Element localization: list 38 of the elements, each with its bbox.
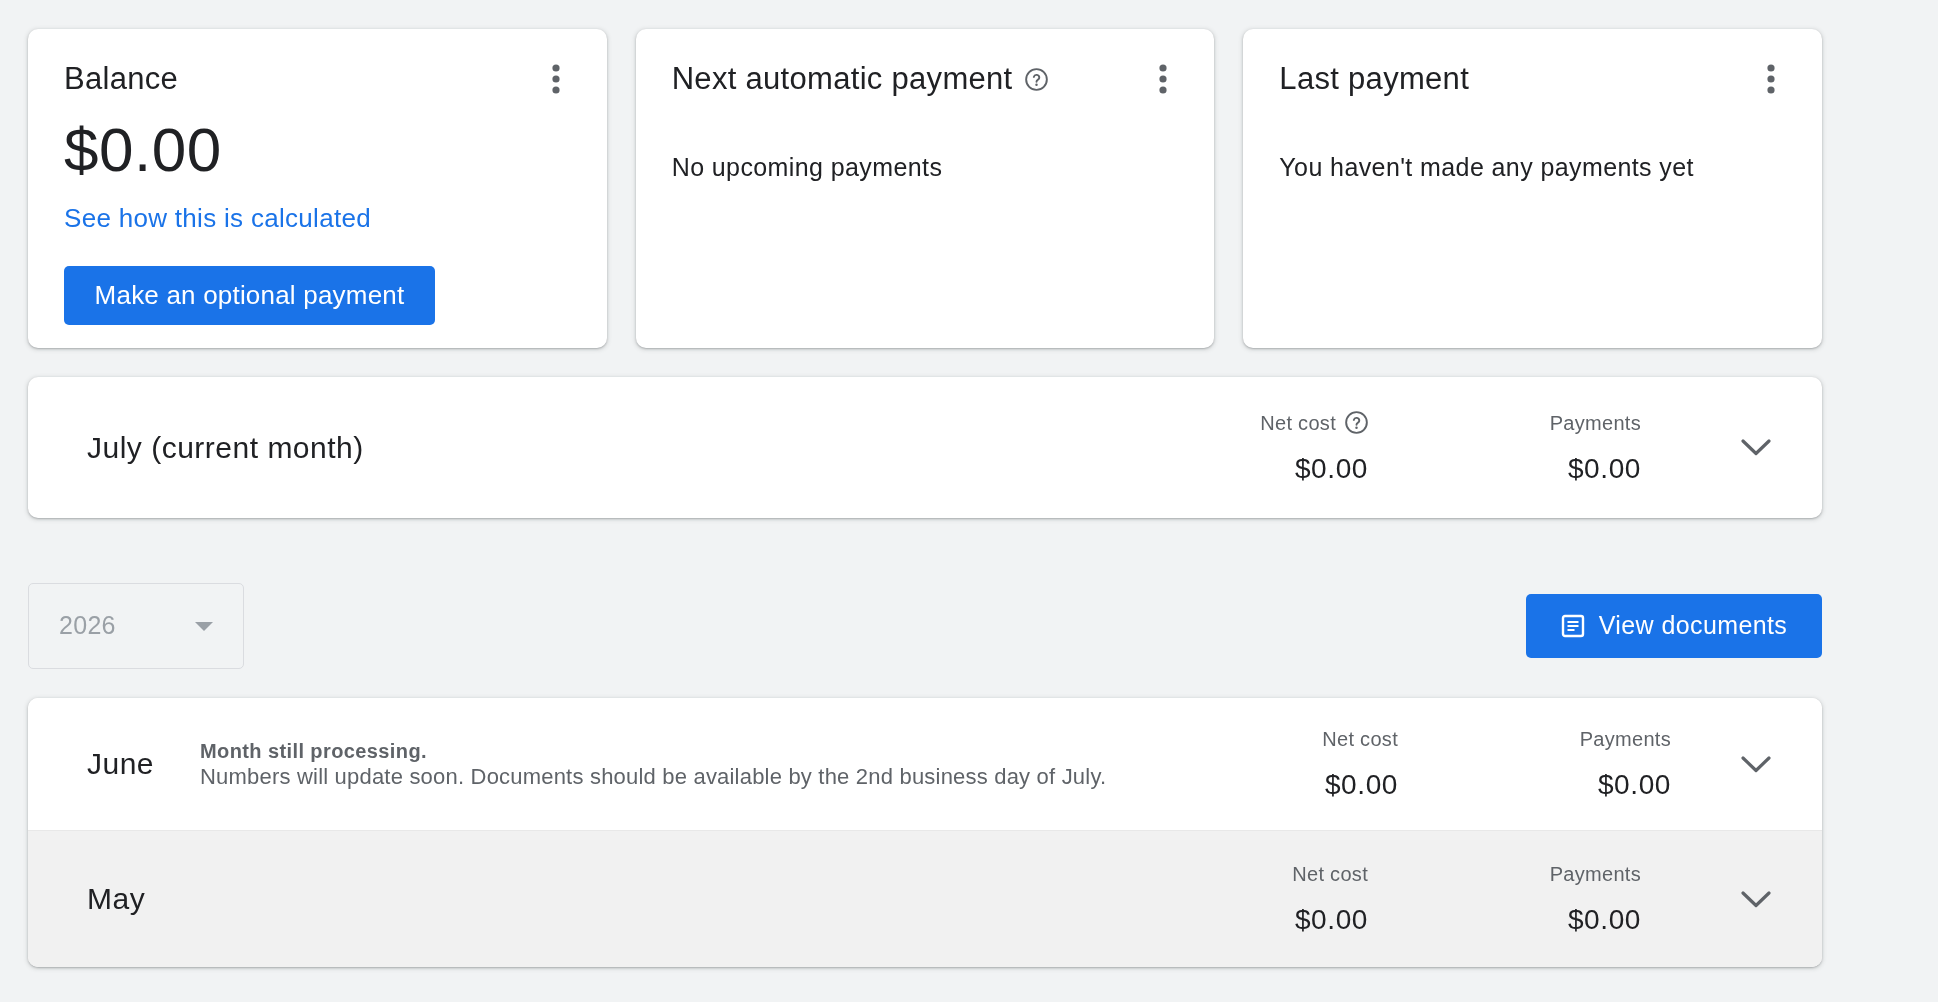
amount-value: $0.00 [1324,768,1398,802]
card-message: You haven't made any payments yet [1279,152,1694,183]
month-name: May [87,881,147,917]
month-row[interactable]: June Month still processing. Numbers will update soon. Documents should be available by the 2nd business day of July. Net cost $0.00 Payments $0.00 [28,698,1822,830]
chevron-down-icon [1741,890,1771,908]
column-label: Net cost [1260,410,1336,436]
note-title: Month still processing. [200,739,428,764]
chevron-down-icon [1741,755,1771,773]
balance-amount: $0.00 [64,116,222,184]
card-title: Balance [64,61,179,97]
more-vertical-icon [1767,64,1775,94]
month-name: June [87,746,156,782]
column-label: Payments [1549,410,1641,436]
card-title: Next automatic payment [671,61,1013,97]
help-icon[interactable] [1024,67,1048,91]
column-label: Payments [1579,727,1671,752]
column-label: Payments [1549,862,1641,887]
help-icon[interactable] [1345,411,1368,434]
column-label: Net cost [1292,862,1368,887]
dropdown-caret-icon [195,621,213,631]
calculation-link[interactable]: See how this is calculated [64,202,371,234]
document-icon [1560,614,1585,638]
payment-button[interactable]: Make an optional payment [64,266,435,325]
amount-value: $0.00 [1597,768,1671,802]
card-title: Last payment [1279,61,1470,97]
card-message: No upcoming payments [671,152,943,183]
more-vertical-icon [1159,64,1168,94]
view-documents-button[interactable]: View documents [1526,594,1822,658]
amount-value: $0.00 [1567,451,1641,486]
column-label: Net cost [1322,727,1398,752]
note-text: Numbers will update soon. Documents should be available by the 2nd business day of July. [200,764,1107,790]
month-name: July (current month) [87,429,364,466]
amount-value: $0.00 [1294,903,1368,937]
chevron-down-icon [1741,439,1771,456]
amount-value: $0.00 [1294,451,1368,486]
more-vertical-icon [551,64,560,94]
amount-value: $0.00 [1567,903,1641,937]
month-row[interactable]: May Net cost $0.00 Payments $0.00 [28,830,1822,967]
